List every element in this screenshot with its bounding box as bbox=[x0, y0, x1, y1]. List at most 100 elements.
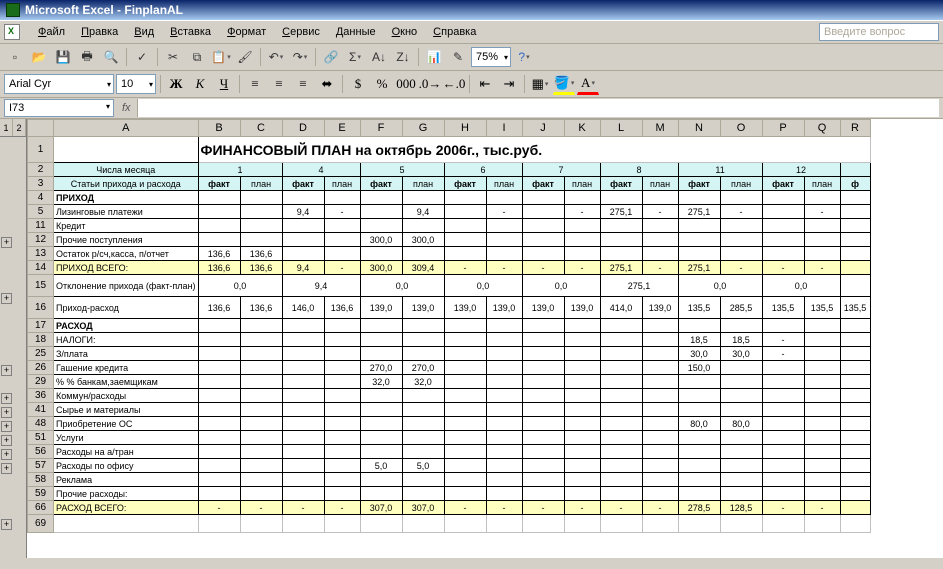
cell-G57[interactable]: 5,0 bbox=[402, 459, 444, 473]
print-icon[interactable]: 🖶 bbox=[76, 46, 98, 68]
sort-desc-icon[interactable]: Z↓ bbox=[392, 46, 414, 68]
hyperlink-icon[interactable]: 🔗 bbox=[320, 46, 342, 68]
cell-A59[interactable]: Прочие расходы: bbox=[54, 487, 199, 501]
row-header-11[interactable]: 11 bbox=[28, 219, 54, 233]
cell-B18[interactable] bbox=[198, 333, 240, 347]
cell-O12[interactable] bbox=[720, 233, 762, 247]
cell-A11[interactable]: Кредит bbox=[54, 219, 199, 233]
cell-Q13[interactable] bbox=[804, 247, 840, 261]
cell-M51[interactable] bbox=[642, 431, 678, 445]
cell-B14[interactable]: 136,6 bbox=[198, 261, 240, 275]
cell[interactable] bbox=[444, 515, 486, 533]
cell-L57[interactable] bbox=[600, 459, 642, 473]
cell-O66[interactable]: 128,5 bbox=[720, 501, 762, 515]
cell[interactable] bbox=[240, 515, 282, 533]
cell-P29[interactable] bbox=[762, 375, 804, 389]
cell-K59[interactable] bbox=[564, 487, 600, 501]
cell-O36[interactable] bbox=[720, 389, 762, 403]
col-header-N[interactable]: N bbox=[678, 120, 720, 137]
cell-I66[interactable]: - bbox=[486, 501, 522, 515]
dec-indent-icon[interactable]: ⇤ bbox=[474, 73, 496, 95]
cell-N11[interactable] bbox=[678, 219, 720, 233]
cell-A17[interactable]: РАСХОД bbox=[54, 319, 199, 333]
bold-button[interactable]: Ж bbox=[165, 73, 187, 95]
cell-D41[interactable] bbox=[282, 403, 324, 417]
cell-H4[interactable] bbox=[444, 191, 486, 205]
cell-L26[interactable] bbox=[600, 361, 642, 375]
dev-PQ[interactable]: 0,0 bbox=[762, 275, 840, 297]
cell-J12[interactable] bbox=[522, 233, 564, 247]
cell-Q5[interactable]: - bbox=[804, 205, 840, 219]
cell-G14[interactable]: 309,4 bbox=[402, 261, 444, 275]
cell-M14[interactable]: - bbox=[642, 261, 678, 275]
cell-E51[interactable] bbox=[324, 431, 360, 445]
cell-O57[interactable] bbox=[720, 459, 762, 473]
cell[interactable] bbox=[564, 515, 600, 533]
cell-L18[interactable] bbox=[600, 333, 642, 347]
cell-P58[interactable] bbox=[762, 473, 804, 487]
cell-G59[interactable] bbox=[402, 487, 444, 501]
cell-N18[interactable]: 18,5 bbox=[678, 333, 720, 347]
cell-B11[interactable] bbox=[198, 219, 240, 233]
outline-expand-25[interactable]: + bbox=[1, 365, 12, 376]
plan-hdr[interactable]: план bbox=[240, 177, 282, 191]
cell-M5[interactable]: - bbox=[642, 205, 678, 219]
cell-A36[interactable]: Коммун/расходы bbox=[54, 389, 199, 403]
cell-G41[interactable] bbox=[402, 403, 444, 417]
cell[interactable] bbox=[198, 515, 240, 533]
cell-H51[interactable] bbox=[444, 431, 486, 445]
inc-indent-icon[interactable]: ⇥ bbox=[498, 73, 520, 95]
fact-hdr[interactable]: факт bbox=[198, 177, 240, 191]
cell-F58[interactable] bbox=[360, 473, 402, 487]
cell-H14[interactable]: - bbox=[444, 261, 486, 275]
outline-expand-56[interactable]: + bbox=[1, 463, 12, 474]
cell-G4[interactable] bbox=[402, 191, 444, 205]
cell-J59[interactable] bbox=[522, 487, 564, 501]
col-header-P[interactable]: P bbox=[762, 120, 804, 137]
cell-A18[interactable]: НАЛОГИ: bbox=[54, 333, 199, 347]
cell-C12[interactable] bbox=[240, 233, 282, 247]
dev-DE[interactable]: 9,4 bbox=[282, 275, 360, 297]
cell-H57[interactable] bbox=[444, 459, 486, 473]
cell-R13[interactable] bbox=[840, 247, 870, 261]
cell-R4[interactable] bbox=[840, 191, 870, 205]
cell-N16[interactable]: 135,5 bbox=[678, 297, 720, 319]
cell-C14[interactable]: 136,6 bbox=[240, 261, 282, 275]
cell-E4[interactable] bbox=[324, 191, 360, 205]
cell-E58[interactable] bbox=[324, 473, 360, 487]
cell-G26[interactable]: 270,0 bbox=[402, 361, 444, 375]
col-header-R[interactable]: R bbox=[840, 120, 870, 137]
underline-button[interactable]: Ч bbox=[213, 73, 235, 95]
cell-D17[interactable] bbox=[282, 319, 324, 333]
fact-hdr[interactable]: факт bbox=[444, 177, 486, 191]
row-header-15[interactable]: 15 bbox=[28, 275, 54, 297]
col-header-G[interactable]: G bbox=[402, 120, 444, 137]
cell-A41[interactable]: Сырье и материалы bbox=[54, 403, 199, 417]
cell-I11[interactable] bbox=[486, 219, 522, 233]
dev-NO[interactable]: 0,0 bbox=[678, 275, 762, 297]
cell-D29[interactable] bbox=[282, 375, 324, 389]
cell-M57[interactable] bbox=[642, 459, 678, 473]
cell-R41[interactable] bbox=[840, 403, 870, 417]
cell-D48[interactable] bbox=[282, 417, 324, 431]
cell[interactable] bbox=[402, 515, 444, 533]
cell-C36[interactable] bbox=[240, 389, 282, 403]
cell-D5[interactable]: 9,4 bbox=[282, 205, 324, 219]
cell-O18[interactable]: 18,5 bbox=[720, 333, 762, 347]
cell-C51[interactable] bbox=[240, 431, 282, 445]
paste-icon[interactable]: 📋 bbox=[210, 46, 232, 68]
col-header-E[interactable]: E bbox=[324, 120, 360, 137]
col-header-O[interactable]: O bbox=[720, 120, 762, 137]
cell-Q12[interactable] bbox=[804, 233, 840, 247]
cell-K57[interactable] bbox=[564, 459, 600, 473]
col-header-C[interactable]: C bbox=[240, 120, 282, 137]
row-header-48[interactable]: 48 bbox=[28, 417, 54, 431]
cell-N36[interactable] bbox=[678, 389, 720, 403]
cell[interactable] bbox=[282, 515, 324, 533]
cell-G66[interactable]: 307,0 bbox=[402, 501, 444, 515]
cell-M17[interactable] bbox=[642, 319, 678, 333]
cell-Q26[interactable] bbox=[804, 361, 840, 375]
cell-F16[interactable]: 139,0 bbox=[360, 297, 402, 319]
cell-I5[interactable]: - bbox=[486, 205, 522, 219]
open-icon[interactable]: 📂 bbox=[28, 46, 50, 68]
